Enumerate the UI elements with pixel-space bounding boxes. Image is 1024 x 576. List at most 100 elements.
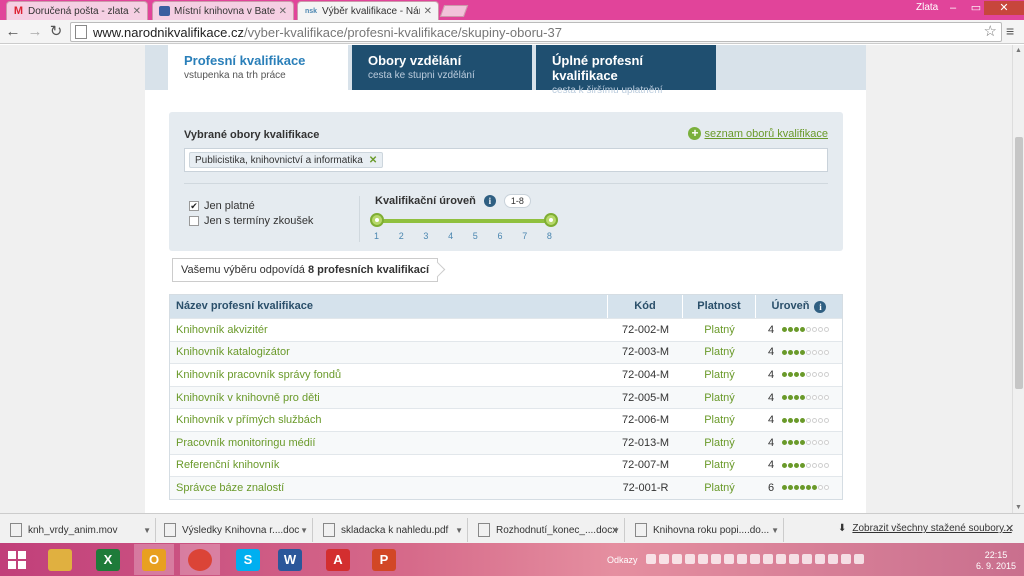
taskbar-app-word[interactable]: W — [270, 544, 310, 575]
checkbox-with-exam-dates[interactable]: Jen s termíny zkoušek — [189, 215, 313, 227]
level-dot — [824, 372, 830, 378]
info-icon[interactable]: i — [483, 195, 496, 207]
level-dot — [812, 462, 818, 468]
scroll-down-icon[interactable]: ▼ — [1015, 504, 1022, 511]
windows-start-icon[interactable] — [8, 551, 26, 569]
download-item[interactable]: Rozhodnutí_konec_....docx ▼ — [470, 518, 625, 542]
level-dot — [806, 440, 812, 446]
level-dot — [800, 349, 806, 355]
minimize-icon[interactable]: – — [942, 1, 964, 15]
qualification-name-link[interactable]: Pracovník monitoringu médií — [170, 437, 608, 449]
download-item[interactable]: knh_vrdy_anim.mov ▼ — [2, 518, 156, 542]
taskbar-app-chrome[interactable] — [180, 544, 220, 575]
level-slider-track[interactable] — [377, 219, 551, 223]
table-row[interactable]: Knihovník katalogizátor 72-003-M Platný 4 — [170, 340, 842, 364]
level-dot — [788, 417, 794, 423]
tab-obory-vzdelani[interactable]: Obory vzdělání cesta ke stupni vzdělání — [352, 45, 532, 90]
close-tab-icon[interactable]: ✕ — [133, 6, 141, 17]
taskbar-app-outlook[interactable]: O — [134, 544, 174, 575]
table-row[interactable]: Knihovník akvizitér 72-002-M Platný 4 — [170, 318, 842, 341]
qualification-name-link[interactable]: Správce báze znalostí — [170, 482, 608, 494]
level-dot — [800, 462, 806, 468]
page-scrollbar[interactable]: ▲ ▼ — [1012, 45, 1024, 513]
taskbar-app-skype[interactable]: S — [228, 544, 268, 575]
column-header-name[interactable]: Název profesní kvalifikace — [170, 295, 608, 318]
list-of-fields-link[interactable]: + seznam oborů kvalifikace — [688, 127, 828, 140]
browser-tab-strip: M Doručená pošta - zlata.ho ✕ Místní kni… — [0, 0, 1024, 21]
close-tab-icon[interactable]: ✕ — [424, 6, 432, 17]
column-header-code[interactable]: Kód — [608, 295, 683, 318]
browser-tab-nsk[interactable]: nsk Výběr kvalifikace - Národ ✕ — [297, 1, 439, 21]
back-icon[interactable]: ← — [4, 23, 22, 41]
browser-tab-library[interactable]: Místní knihovna v Batelov ✕ — [152, 1, 294, 20]
checkbox-only-valid[interactable]: ✔ Jen platné — [189, 200, 255, 212]
qualification-name-link[interactable]: Knihovník akvizitér — [170, 324, 608, 336]
qualification-name-link[interactable]: Knihovník v přímých službách — [170, 414, 608, 426]
system-tray[interactable] — [646, 554, 864, 564]
qualification-name-link[interactable]: Referenční knihovník — [170, 459, 608, 471]
chevron-down-icon[interactable]: ▼ — [300, 526, 308, 535]
qualification-name-link[interactable]: Knihovník pracovník správy fondů — [170, 369, 608, 381]
table-row[interactable]: Referenční knihovník 72-007-M Platný 4 — [170, 453, 842, 477]
url-path: /vyber-kvalifikace/profesni-kvalifikace/… — [244, 24, 562, 40]
forward-icon[interactable]: → — [26, 23, 44, 41]
table-row[interactable]: Knihovník pracovník správy fondů 72-004-M… — [170, 363, 842, 386]
qualification-name-link[interactable]: Knihovník v knihovně pro děti — [170, 392, 608, 404]
chevron-down-icon[interactable]: ▼ — [455, 526, 463, 535]
level-value: 4 — [767, 436, 775, 449]
clock[interactable]: 22:15 6. 9. 2015 — [976, 550, 1016, 572]
window-close-icon[interactable]: ✕ — [984, 1, 1024, 15]
scroll-up-icon[interactable]: ▲ — [1015, 47, 1022, 54]
show-all-downloads[interactable]: ⬇ Zobrazit všechny stažené soubory... — [838, 523, 1012, 534]
level-tick-label: 7 — [522, 231, 528, 241]
gmail-icon: M — [13, 5, 24, 17]
info-icon[interactable]: i — [814, 300, 827, 313]
checkbox-label: Jen platné — [204, 200, 255, 212]
qualification-validity: Platný — [704, 414, 735, 427]
taskbar-app-acrobat[interactable]: A — [318, 544, 358, 575]
list-of-fields-label[interactable]: seznam oborů kvalifikace — [704, 128, 828, 140]
address-bar[interactable]: www.narodnikvalifikace.cz/vyber-kvalifik… — [70, 22, 1002, 42]
column-header-validity[interactable]: Platnost — [683, 295, 756, 318]
level-dot — [782, 440, 788, 446]
download-filename: skladacka k nahledu.pdf — [341, 524, 449, 536]
table-row[interactable]: Knihovník v knihovně pro děti 72-005-M Pla… — [170, 385, 842, 409]
column-header-level[interactable]: Úroveň i — [756, 295, 842, 318]
chevron-down-icon[interactable]: ▼ — [143, 526, 151, 535]
chevron-down-icon[interactable]: ▼ — [771, 526, 779, 535]
taskbar-app-excel[interactable]: X — [88, 544, 128, 575]
browser-tab-gmail[interactable]: M Doručená pošta - zlata.ho ✕ — [6, 1, 148, 20]
remove-tag-icon[interactable]: ✕ — [369, 155, 377, 166]
level-dots — [782, 327, 830, 333]
close-download-bar-icon[interactable]: ✕ — [1005, 522, 1014, 535]
download-item[interactable]: skladacka k nahledu.pdf ▼ — [315, 518, 468, 542]
download-item[interactable]: Knihovna roku popi....do... ▼ — [627, 518, 784, 542]
tab-uplne-profesni-kvalifikace[interactable]: Úplné profesní kvalifikace cesta k širší… — [536, 45, 716, 96]
table-row[interactable]: Knihovník v přímých službách 72-006-M Plat… — [170, 408, 842, 431]
links-toolbar-label[interactable]: Odkazy — [607, 555, 638, 565]
level-dot — [806, 395, 812, 401]
bookmark-star-icon[interactable]: ☆ — [984, 23, 997, 41]
table-row[interactable]: Pracovník monitoringu médií 72-013-M Platn… — [170, 430, 842, 454]
selected-fields-input[interactable]: Publicistika, knihovnictví a informatika… — [184, 148, 828, 172]
close-tab-icon[interactable]: ✕ — [279, 6, 287, 17]
taskbar-app-powerpoint[interactable]: P — [364, 544, 404, 575]
level-slider-min-handle[interactable] — [370, 213, 384, 227]
qualification-name-link[interactable]: Knihovník katalogizátor — [170, 346, 608, 358]
profile-name[interactable]: Zlata — [916, 2, 938, 13]
chevron-down-icon[interactable]: ▼ — [612, 526, 620, 535]
checkbox-box[interactable] — [189, 216, 199, 226]
taskbar-app-file-explorer[interactable] — [40, 544, 80, 575]
menu-icon[interactable]: ≡ — [1006, 23, 1014, 39]
reload-icon[interactable]: ↻ — [47, 23, 65, 41]
new-tab-button[interactable] — [439, 5, 469, 17]
scrollbar-thumb[interactable] — [1015, 137, 1023, 389]
checkbox-box[interactable]: ✔ — [189, 201, 199, 211]
level-header-label: Úroveň — [771, 300, 810, 312]
table-row[interactable]: Správce báze znalostí 72-001-R Platný 6 — [170, 476, 842, 499]
tab-title: Doručená pošta - zlata.ho — [28, 5, 129, 17]
level-slider-max-handle[interactable] — [544, 213, 558, 227]
tab-profesni-kvalifikace[interactable]: Profesní kvalifikace vstupenka na trh pr… — [168, 45, 348, 90]
show-all-downloads-link[interactable]: Zobrazit všechny stažené soubory... — [852, 523, 1011, 534]
download-item[interactable]: Výsledky Knihovna r....doc ▼ — [156, 518, 313, 542]
